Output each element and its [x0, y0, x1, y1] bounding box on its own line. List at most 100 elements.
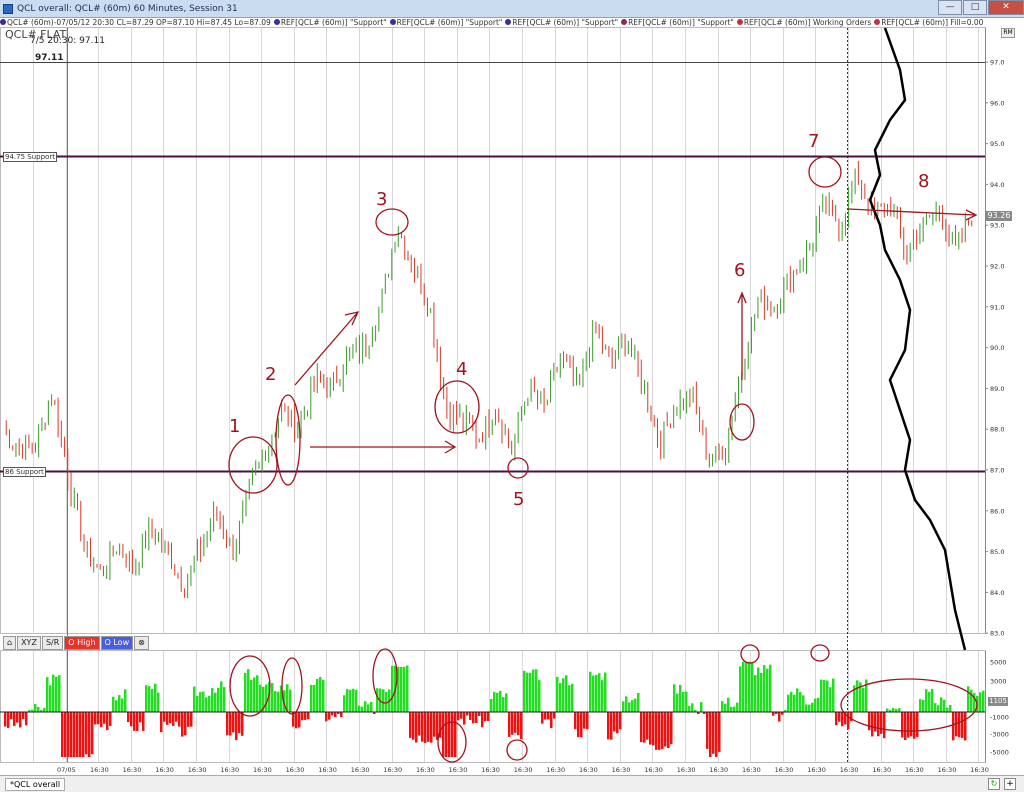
indicator-bar — [289, 689, 292, 712]
time-tick-label: 16:30 — [383, 766, 402, 774]
indicator-bar — [217, 687, 220, 712]
indicator-bar — [655, 712, 658, 750]
indicator-bar — [622, 701, 625, 712]
indicator-bar — [508, 712, 511, 737]
indicator-bar — [592, 675, 595, 712]
indicator-bar — [589, 671, 592, 712]
indicator-tick-label: 5000 — [990, 659, 1007, 667]
indicator-bar — [196, 696, 199, 712]
indicator-value-badge: 1105 — [988, 697, 1008, 706]
price-tick-label: 93.0 — [990, 222, 1004, 230]
home-icon[interactable]: ⌂ — [3, 636, 17, 650]
indicator-bar — [778, 712, 781, 722]
indicator-bar — [88, 712, 91, 757]
indicator-bar — [967, 686, 970, 712]
indicator-bar — [769, 664, 772, 712]
indicator-bar — [691, 703, 694, 712]
rm-button[interactable]: RM — [1001, 28, 1015, 38]
indicator-bar — [814, 698, 817, 712]
indicator-bar — [187, 712, 190, 727]
refresh-icon[interactable]: ↻ — [988, 778, 1000, 790]
price-tick-label: 86.0 — [990, 507, 1004, 515]
indicator-bar — [325, 712, 328, 722]
indicator-bar — [334, 712, 337, 718]
time-tick-label: 16:30 — [677, 766, 696, 774]
indicator-bar — [145, 685, 148, 712]
indicator-bar — [484, 712, 487, 722]
indicator-bar — [649, 712, 652, 745]
o-low-button[interactable]: O Low — [100, 636, 134, 650]
indicator-bar — [808, 704, 811, 712]
sr-button[interactable]: S/R — [41, 636, 64, 650]
indicator-bar — [364, 701, 367, 712]
indicator-bar — [319, 676, 322, 712]
indicator-bar — [742, 661, 745, 712]
indicator-bar — [97, 712, 100, 725]
time-tick-label: 16:30 — [840, 766, 859, 774]
indicator-bar — [490, 698, 493, 712]
indicator-bar — [76, 712, 79, 757]
indicator-bar — [604, 672, 607, 712]
indicator-bar — [862, 687, 865, 712]
price-tick-label: 95.0 — [990, 140, 1004, 148]
annotation-circle — [228, 436, 278, 494]
indicator-bar — [928, 691, 931, 712]
indicator-bar — [307, 712, 310, 720]
indicator-bar — [931, 689, 934, 712]
indicator-bar — [427, 712, 430, 742]
indicator-bar — [367, 704, 370, 712]
indicator-bar — [298, 712, 301, 728]
o-high-button[interactable]: O High — [64, 636, 100, 650]
indicator-bar — [475, 712, 478, 724]
indicator-bar — [232, 712, 235, 733]
indicator-bar — [340, 712, 343, 718]
indicator-bar — [961, 712, 964, 738]
indicator-bar — [574, 712, 577, 730]
indicator-bar — [166, 712, 169, 725]
time-tick-label: 16:30 — [872, 766, 891, 774]
indicator-bar — [898, 708, 901, 712]
indicator-bar — [667, 712, 670, 749]
indicator-bar — [493, 691, 496, 712]
settings-icon[interactable]: ⊗ — [134, 636, 149, 650]
indicator-bar — [352, 688, 355, 712]
add-tab-button[interactable]: + — [1004, 778, 1016, 790]
indicator-bar — [43, 707, 46, 712]
indicator-bar — [223, 687, 226, 712]
indicator-bar — [370, 701, 373, 712]
indicator-bar — [412, 712, 415, 740]
indicator-bar — [646, 712, 649, 740]
indicator-bar — [631, 700, 634, 712]
indicator-bar — [982, 690, 985, 712]
time-tick-label: 16:30 — [579, 766, 598, 774]
tab-qcl-overall[interactable]: *QCL overall — [5, 778, 66, 791]
indicator-bar — [322, 679, 325, 712]
indicator-bar — [526, 672, 529, 712]
time-tick-label: 16:30 — [481, 766, 500, 774]
indicator-bar — [805, 704, 808, 712]
indicator-bar — [139, 712, 142, 723]
indicator-bar — [877, 712, 880, 737]
indicator-bar — [913, 712, 916, 739]
indicator-bar — [520, 712, 523, 740]
time-tick-label: 16:30 — [286, 766, 305, 774]
chart-canvas[interactable]: 97.0 96.0 95.0 94.0 93.0 92.0 91.0 90.0 89.0 88.0… — [0, 0, 1024, 792]
indicator-bar — [652, 712, 655, 746]
indicator-bar — [310, 685, 313, 712]
price-tick-label: 97.0 — [990, 59, 1004, 67]
indicator-bar — [151, 689, 154, 712]
indicator-bar — [748, 661, 751, 712]
indicator-bar — [619, 712, 622, 730]
indicator-bar — [766, 668, 769, 712]
indicator-bar — [409, 712, 412, 738]
indicator-bar — [802, 695, 805, 712]
price-tick-label: 96.0 — [990, 99, 1004, 107]
indicator-bar — [595, 674, 598, 712]
indicator-bar — [250, 679, 253, 712]
indicator-bar — [424, 712, 427, 743]
indicator-bar — [172, 712, 175, 726]
xyz-button[interactable]: XYZ — [17, 636, 41, 650]
indicator-bar — [70, 712, 73, 757]
annotation-number: 1 — [229, 416, 240, 437]
time-tick-label: 16:30 — [416, 766, 435, 774]
